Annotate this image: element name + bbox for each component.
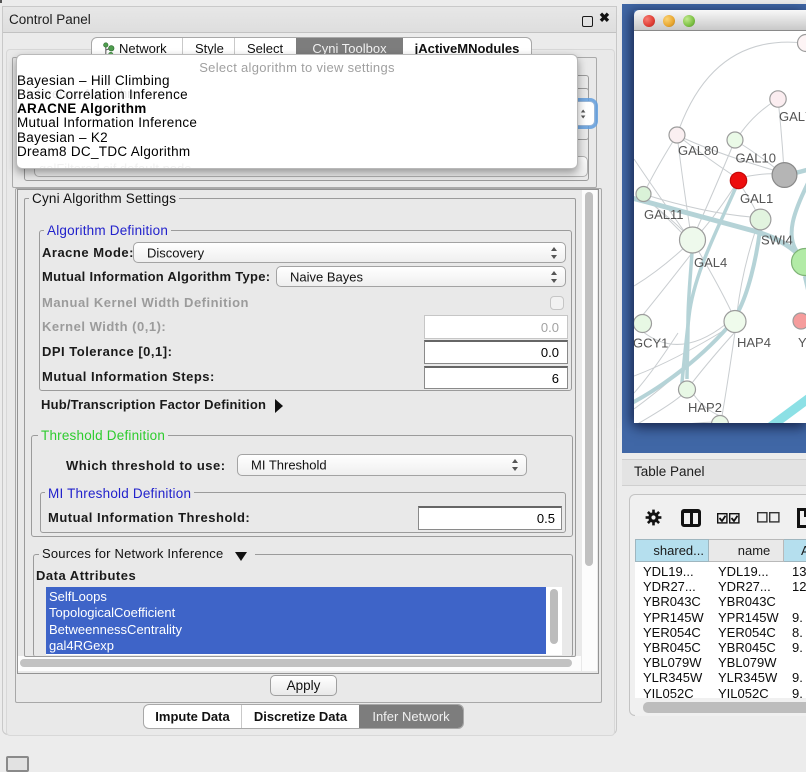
svg-text:GAL1: GAL1 (740, 191, 773, 206)
svg-text:SWI4: SWI4 (761, 233, 793, 248)
svg-text:GCY1: GCY1 (634, 336, 668, 351)
svg-text:HAP4: HAP4 (737, 335, 771, 350)
svg-text:HAP2: HAP2 (688, 400, 722, 415)
svg-text:GAL7: GAL7 (779, 109, 806, 124)
svg-text:Y: Y (798, 335, 806, 350)
svg-text:GAL80: GAL80 (678, 143, 718, 158)
svg-text:GAL11: GAL11 (644, 207, 684, 222)
svg-text:GAL10: GAL10 (736, 151, 776, 166)
svg-text:GAL4: GAL4 (694, 255, 727, 270)
